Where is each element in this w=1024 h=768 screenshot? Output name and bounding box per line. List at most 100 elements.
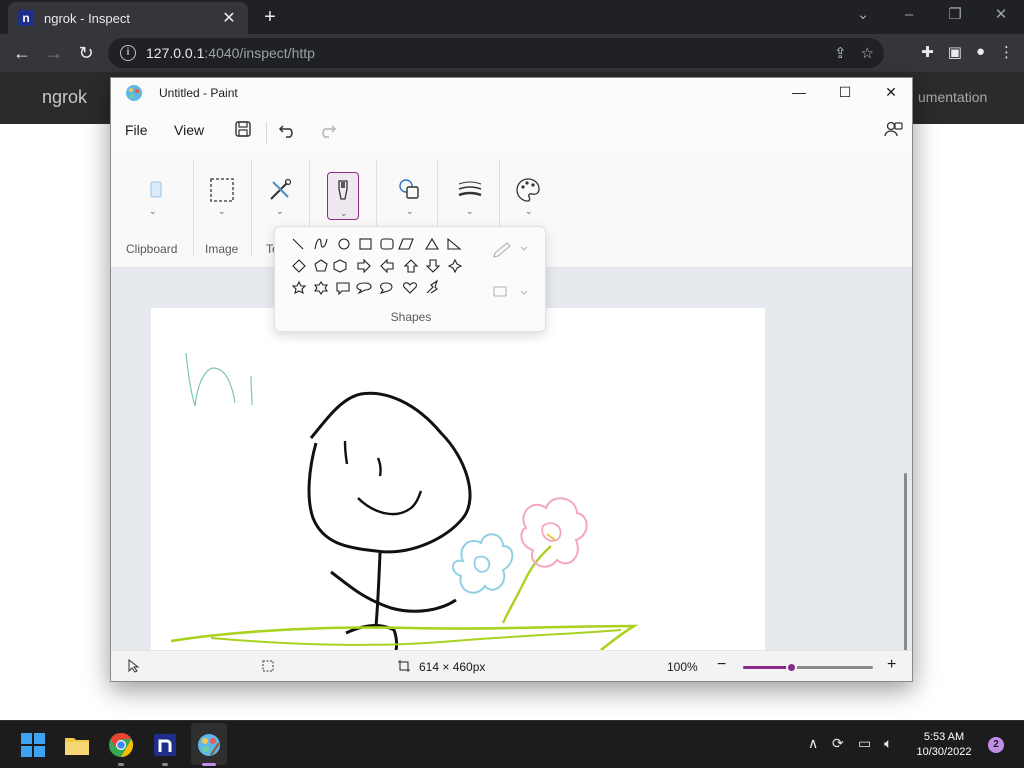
cloud-callout-shape-icon	[379, 282, 393, 294]
browser-toolbar: ← → ↻ i 127.0.0.1:4040/inspect/http ⇪ ☆ …	[0, 34, 1024, 72]
browser-tab[interactable]: n ngrok - Inspect ✕	[8, 2, 248, 34]
zoom-slider[interactable]	[743, 662, 873, 673]
grass	[170, 624, 639, 652]
colors-palette-icon[interactable]	[514, 176, 542, 204]
fill-chevron-down-icon	[520, 290, 528, 295]
zoom-out-icon[interactable]: −	[717, 656, 726, 674]
bookmark-star-icon[interactable]: ☆	[861, 44, 874, 62]
extensions-puzzle-icon[interactable]: ✚	[921, 43, 934, 61]
minimize-icon[interactable]: –	[886, 0, 932, 34]
five-point-star-shape-icon	[291, 280, 307, 295]
share-icon[interactable]: ⇪	[834, 44, 847, 62]
paint-close-icon[interactable]: ✕	[868, 78, 912, 108]
paint-minimize-icon[interactable]: —	[776, 78, 822, 108]
selection-size-icon	[262, 660, 274, 672]
up-arrow-shape-icon	[403, 259, 419, 273]
handwriting-stroke	[185, 352, 236, 407]
shapes-chevron-down-icon[interactable]: ⌄	[406, 206, 414, 217]
address-bar[interactable]: i 127.0.0.1:4040/inspect/http ⇪ ☆	[108, 38, 884, 68]
undo-icon[interactable]	[277, 118, 299, 140]
image-chevron-down-icon[interactable]: ⌄	[218, 206, 226, 217]
rectangle-shape-icon	[359, 238, 372, 250]
paint-window-title: Untitled - Paint	[159, 86, 238, 100]
site-info-icon[interactable]: i	[120, 45, 136, 61]
back-icon[interactable]: ←	[10, 41, 34, 65]
ngrok-app-icon[interactable]	[149, 729, 181, 761]
select-rectangle-icon[interactable]	[208, 176, 236, 204]
tab-title: ngrok - Inspect	[44, 10, 130, 26]
redo-icon[interactable]	[316, 118, 338, 140]
clipboard-chevron-down-icon[interactable]: ⌄	[149, 206, 157, 217]
network-icon[interactable]: ▭	[858, 735, 871, 752]
canvas-size-text: 614 × 460px	[419, 660, 486, 674]
heart-shape-icon	[403, 282, 417, 294]
clipboard-paste-icon[interactable]	[142, 176, 170, 204]
left-eye	[343, 440, 349, 465]
tab-search-icon[interactable]: ⌄	[840, 0, 886, 34]
reload-icon[interactable]: ↻	[74, 41, 98, 65]
account-settings-icon[interactable]	[883, 118, 905, 140]
close-window-icon[interactable]: ✕	[978, 0, 1024, 34]
chrome-menu-icon[interactable]: ⋮	[999, 43, 1014, 61]
paint-active-indicator	[202, 763, 216, 766]
close-tab-icon[interactable]: ✕	[220, 8, 238, 28]
size-chevron-down-icon[interactable]: ⌄	[466, 206, 474, 217]
volume-icon[interactable]: 🔈︎	[884, 735, 892, 752]
taskbar-clock[interactable]: 5:53 AM 10/30/2022	[912, 730, 976, 760]
paint-window: Untitled - Paint — ☐ ✕ File View ⌄ Clipb…	[110, 77, 913, 682]
windows-taskbar: ∧ ⟳ ▭ 🔈︎ 5:53 AM 10/30/2022 2	[0, 720, 1024, 768]
flower-stem	[501, 545, 552, 624]
show-hidden-icons-chevron-up-icon[interactable]: ∧	[808, 735, 818, 752]
curve-shape-icon	[314, 238, 328, 250]
windows-start-icon[interactable]	[17, 729, 49, 761]
brushes-chevron-down-icon[interactable]: ⌄	[340, 208, 348, 219]
brush-icon[interactable]	[329, 177, 357, 205]
ribbon-label-clipboard: Clipboard	[126, 242, 178, 256]
profile-avatar-icon[interactable]: ●	[976, 43, 985, 61]
tools-pencil-icon[interactable]	[266, 176, 294, 204]
drawing-canvas[interactable]	[151, 308, 765, 652]
ribbon-group-image: ⌄ Image	[194, 150, 251, 268]
restore-icon[interactable]: ❐	[932, 0, 978, 34]
paint-maximize-icon[interactable]: ☐	[822, 78, 868, 108]
menu-view[interactable]: View	[174, 122, 204, 138]
rectangular-callout-shape-icon	[336, 282, 350, 296]
zoom-in-icon[interactable]: +	[887, 656, 896, 674]
zoom-slider-thumb[interactable]	[786, 662, 798, 673]
shape-style-tools	[493, 242, 528, 297]
notification-badge[interactable]: 2	[988, 737, 1004, 753]
legs	[345, 624, 399, 651]
paint-titlebar: Untitled - Paint — ☐ ✕	[111, 78, 912, 108]
right-triangle-shape-icon	[447, 237, 462, 250]
new-tab-icon[interactable]: +	[258, 6, 282, 29]
file-explorer-icon[interactable]	[61, 729, 93, 761]
shapes-dropdown: Shapes	[274, 226, 546, 332]
forward-icon[interactable]: →	[42, 41, 66, 65]
six-point-star-shape-icon	[313, 281, 329, 295]
diamond-shape-icon	[292, 259, 306, 273]
paint-statusbar: 614 × 460px 100% − +	[111, 650, 912, 681]
polygon-shape-icon	[398, 238, 414, 250]
paint-app-icon	[126, 85, 142, 101]
pink-flower	[520, 497, 588, 568]
tools-chevron-down-icon[interactable]: ⌄	[276, 206, 284, 217]
grass	[210, 629, 622, 646]
arm	[330, 570, 457, 613]
colors-chevron-down-icon[interactable]: ⌄	[525, 206, 533, 217]
url-path: :4040/inspect/http	[204, 45, 315, 61]
browser-actions: ✚ ▣ ● ⋮	[921, 43, 1014, 61]
ribbon-label-image: Image	[205, 242, 239, 256]
side-panel-icon[interactable]: ▣	[948, 43, 962, 61]
save-icon[interactable]	[232, 118, 254, 140]
chrome-icon[interactable]	[105, 729, 137, 761]
ngrok-docs-link[interactable]: umentation	[918, 89, 987, 105]
four-point-star-shape-icon	[447, 258, 463, 274]
shapes-icon[interactable]	[396, 176, 424, 204]
left-arrow-shape-icon	[380, 258, 394, 274]
stroke-size-icon[interactable]	[456, 176, 484, 204]
menu-file[interactable]: File	[125, 122, 148, 138]
ngrok-brand[interactable]: ngrok	[42, 87, 87, 108]
paint-taskbar-icon[interactable]	[193, 729, 225, 761]
sync-status-icon[interactable]: ⟳	[832, 735, 844, 752]
zoom-percent[interactable]: 100%	[667, 660, 698, 674]
